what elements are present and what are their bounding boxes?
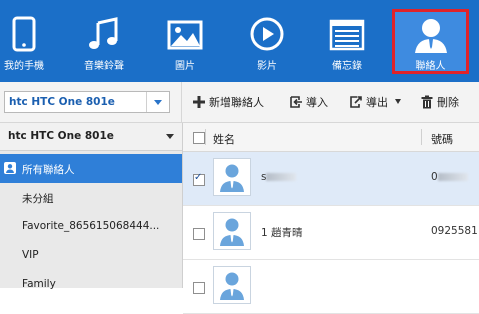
export-label: 導出 [366, 96, 388, 109]
picture-icon [167, 20, 203, 50]
column-header-name[interactable]: 姓名 [213, 131, 235, 147]
contact-groups-panel: htc HTC One 801e 所有聯絡人 未分組 Favorite_8656… [0, 123, 183, 290]
trash-icon [421, 95, 433, 109]
import-icon [290, 96, 302, 108]
group-label: VIP [22, 249, 39, 261]
avatar [213, 266, 251, 304]
export-button[interactable]: 導出 [349, 94, 401, 112]
row-checkbox[interactable] [193, 172, 205, 186]
add-contact-button[interactable]: 新增聯絡人 [192, 94, 264, 112]
person-icon [4, 162, 16, 174]
column-header-phone[interactable]: 號碼 [431, 131, 453, 147]
contact-name: 1 趙青晴 [261, 227, 303, 239]
import-label: 導入 [306, 96, 328, 109]
nav-label: 備忘錄 [332, 61, 362, 72]
contact-avatar-icon [220, 218, 244, 246]
row-checkbox[interactable] [193, 228, 205, 240]
device-select[interactable]: htc HTC One 801e [4, 91, 170, 113]
nav-memo[interactable]: 備忘錄 [322, 0, 372, 82]
nav-label: 影片 [257, 61, 277, 72]
list-header: 姓名 號碼 [183, 123, 479, 152]
nav-label: 聯絡人 [415, 61, 446, 72]
contact-name: s [261, 171, 297, 183]
group-family[interactable]: Family [0, 270, 182, 299]
device-select-value: htc HTC One 801e [9, 96, 115, 108]
table-row[interactable]: 1 趙青晴 0925581 [183, 206, 479, 260]
group-favorite[interactable]: Favorite_865615068444... [0, 212, 182, 241]
row-checkbox[interactable] [193, 282, 205, 294]
group-label: Favorite_865615068444... [22, 220, 160, 232]
video-play-icon [250, 17, 284, 51]
phone-icon [12, 16, 36, 52]
divider [205, 129, 206, 145]
nav-label: 我的手機 [4, 61, 44, 72]
contact-person-icon [414, 19, 447, 53]
group-label: Family [22, 278, 56, 290]
avatar [213, 158, 251, 196]
group-vip[interactable]: VIP [0, 241, 182, 270]
nav-music[interactable]: 音樂鈴聲 [75, 0, 133, 82]
select-all-checkbox[interactable] [193, 132, 205, 144]
import-button[interactable]: 導入 [289, 94, 328, 112]
contact-avatar-icon [220, 164, 244, 192]
contact-phone: 0 [431, 171, 468, 183]
group-ungrouped[interactable]: 未分組 [0, 183, 182, 212]
nav-label: 音樂鈴聲 [84, 61, 124, 72]
delete-label: 刪除 [437, 96, 459, 109]
caret-down-icon [394, 99, 401, 104]
top-nav-bar: 我的手機 音樂鈴聲 圖片 影片 備忘錄 聯絡人 [0, 0, 479, 82]
contact-list: 姓名 號碼 s 0 1 趙青晴 0925581 [183, 123, 479, 314]
export-icon [350, 96, 362, 108]
nav-videos[interactable]: 影片 [242, 0, 292, 82]
table-row[interactable]: s 0 [183, 152, 479, 206]
music-note-icon [89, 17, 118, 49]
contact-phone: 0925581 [431, 225, 478, 237]
nav-my-phone[interactable]: 我的手機 [0, 0, 48, 82]
add-contact-label: 新增聯絡人 [209, 96, 264, 109]
table-row[interactable] [183, 260, 479, 314]
divider [181, 82, 182, 122]
delete-button[interactable]: 刪除 [420, 94, 459, 112]
toolbar: htc HTC One 801e 新增聯絡人 導入 導出 刪除 [0, 82, 479, 123]
plus-icon [193, 96, 205, 108]
memo-icon [329, 19, 365, 51]
device-group-title: htc HTC One 801e [8, 130, 114, 142]
group-label: 未分組 [22, 193, 54, 205]
contact-avatar-icon [220, 272, 244, 300]
device-group-header[interactable]: htc HTC One 801e [0, 123, 182, 151]
chevron-down-icon[interactable] [146, 92, 169, 112]
divider [421, 129, 422, 145]
avatar [213, 212, 251, 250]
group-all-contacts[interactable]: 所有聯絡人 [0, 154, 182, 183]
group-label: 所有聯絡人 [22, 164, 75, 176]
nav-label: 圖片 [175, 61, 195, 72]
caret-down-icon [166, 134, 174, 139]
nav-pictures[interactable]: 圖片 [160, 0, 210, 82]
nav-contacts[interactable]: 聯絡人 [392, 9, 469, 74]
